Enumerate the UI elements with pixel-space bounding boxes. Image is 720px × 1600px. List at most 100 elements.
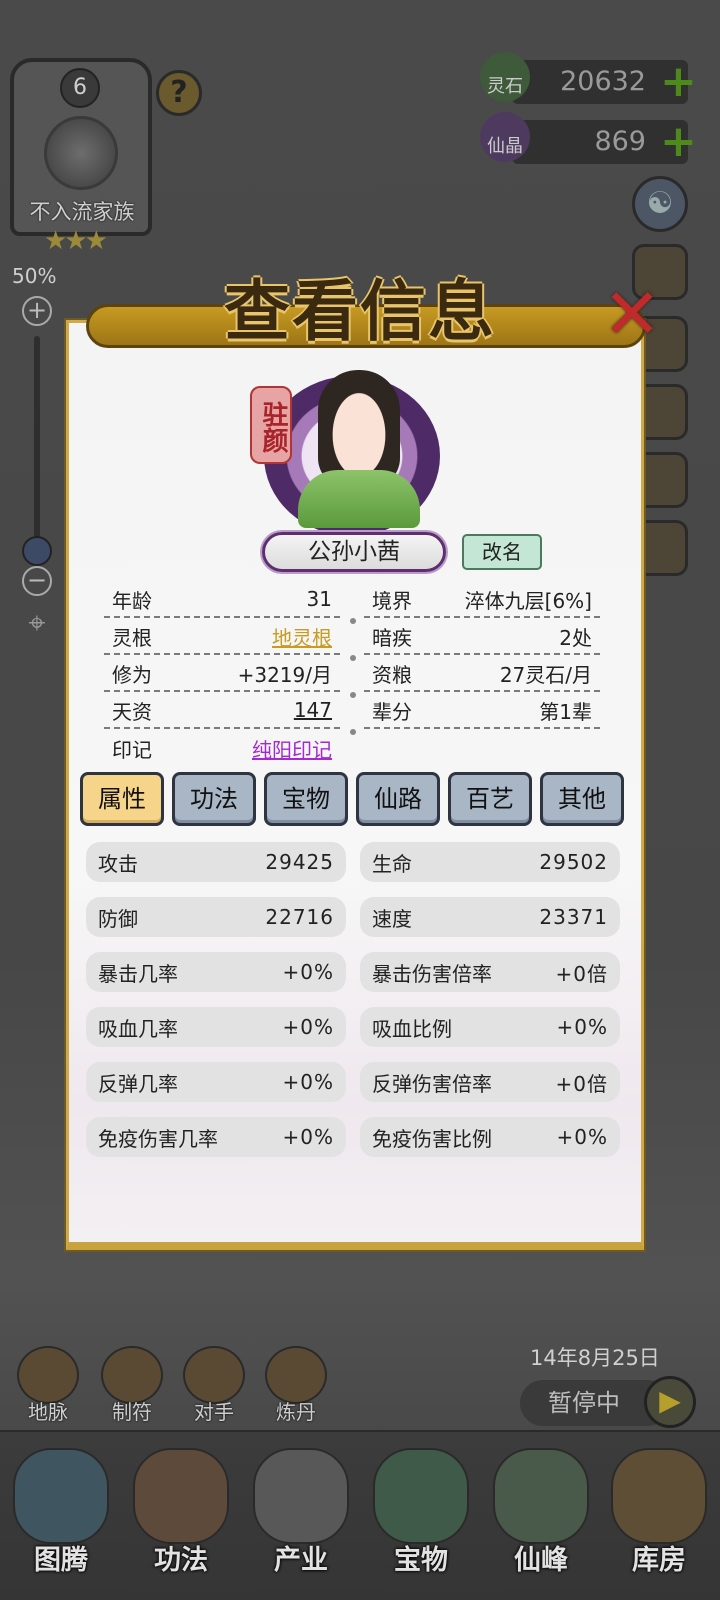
tab-arts[interactable]: 百艺 (448, 772, 532, 826)
info-row-spirit-root: 灵根 地灵根 (104, 619, 340, 655)
immortal-crystal-label: 仙晶 (487, 136, 523, 157)
stat-label: 暴击几率 (98, 961, 178, 986)
info-row-generation: 辈分 第1辈 (364, 693, 600, 729)
tab-immortal-path[interactable]: 仙路 (356, 772, 440, 826)
nav-label: 产业 (274, 1545, 328, 1576)
stat-value: 29502 (539, 850, 608, 874)
mark-link[interactable]: 纯阳印记 (244, 734, 340, 763)
quick-alchemy[interactable]: 炼丹 (262, 1346, 330, 1428)
info-label: 天资 (112, 699, 152, 724)
info-value: 31 (306, 587, 332, 611)
info-label: 印记 (112, 737, 152, 762)
zoom-slider-handle[interactable] (22, 536, 52, 566)
info-value: +3219/月 (237, 662, 332, 687)
nav-label: 库房 (632, 1545, 686, 1576)
nav-label: 图腾 (34, 1545, 88, 1576)
stat-label: 防御 (98, 906, 138, 931)
spirit-stone-label: 灵石 (487, 76, 523, 97)
nav-treasure[interactable]: 宝物 (362, 1442, 480, 1592)
quick-talisman[interactable]: 制符 (98, 1346, 166, 1428)
tab-other[interactable]: 其他 (540, 772, 624, 826)
rename-button[interactable]: 改名 (462, 534, 542, 570)
tab-treasures[interactable]: 宝物 (264, 772, 348, 826)
totem-icon (13, 1448, 109, 1544)
eternal-youth-seal: 驻颜 (250, 386, 292, 464)
immortal-crystal-icon: 仙晶 (480, 112, 530, 162)
info-value: 27灵石/月 (499, 662, 592, 687)
spirit-stone-icon: 灵石 (480, 52, 530, 102)
family-emblem-icon (44, 116, 118, 190)
stat-defense: 防御 22716 (86, 897, 346, 937)
talent-link[interactable]: 147 (286, 698, 340, 722)
info-label: 年龄 (112, 588, 152, 613)
info-row-resources: 资粮 27灵石/月 (364, 656, 600, 692)
help-button[interactable]: ? (156, 70, 202, 116)
family-stars: ★★★ (44, 226, 108, 256)
zoom-level: 50% (12, 264, 57, 288)
info-label: 辈分 (372, 699, 412, 724)
stat-value: +0% (282, 1125, 334, 1149)
nav-immortal-peak[interactable]: 仙峰 (482, 1442, 600, 1592)
info-row-age: 年龄 31 (104, 582, 340, 618)
stat-value: +0% (282, 1070, 334, 1094)
stat-crit-rate: 暴击几率 +0% (86, 952, 346, 992)
zoom-in-button[interactable]: + (22, 296, 52, 326)
play-icon[interactable]: ▶ (644, 1376, 696, 1428)
stat-label: 反弹几率 (98, 1071, 178, 1096)
divider-dot (350, 618, 356, 624)
stat-label: 速度 (372, 906, 412, 931)
info-row-mark: 印记 纯阳印记 (104, 730, 340, 766)
game-date: 14年8月25日 (530, 1346, 660, 1370)
treasure-icon (373, 1448, 469, 1544)
stat-label: 免疫伤害几率 (98, 1126, 218, 1151)
locate-icon[interactable]: ⌖ (16, 606, 58, 648)
storehouse-icon (611, 1448, 707, 1544)
quick-label: 制符 (112, 1400, 152, 1424)
divider-dot (350, 729, 356, 735)
stat-value: +0% (282, 1015, 334, 1039)
stat-reflect-damage: 反弹伤害倍率 +0倍 (360, 1062, 620, 1102)
stat-lifesteal-ratio: 吸血比例 +0% (360, 1007, 620, 1047)
stat-value: +0% (556, 1125, 608, 1149)
family-level: 6 (60, 68, 100, 108)
stat-value: +0% (282, 960, 334, 984)
quick-dragon-vein[interactable]: 地脉 (14, 1346, 82, 1428)
nav-label: 仙峰 (514, 1545, 568, 1576)
technique-icon (133, 1448, 229, 1544)
quick-rival[interactable]: 对手 (180, 1346, 248, 1428)
tab-techniques[interactable]: 功法 (172, 772, 256, 826)
stat-attack: 攻击 29425 (86, 842, 346, 882)
info-row-realm: 境界 淬体九层[6%] (364, 582, 600, 618)
nav-totem[interactable]: 图腾 (2, 1442, 120, 1592)
stat-label: 攻击 (98, 851, 138, 876)
settings-icon[interactable]: ☯ (632, 176, 688, 232)
stat-label: 暴击伤害倍率 (372, 961, 492, 986)
stat-lifesteal-rate: 吸血几率 +0% (86, 1007, 346, 1047)
close-dialog-button[interactable]: ✕ (598, 279, 666, 349)
stat-label: 免疫伤害比例 (372, 1126, 492, 1151)
spirit-root-link[interactable]: 地灵根 (264, 622, 340, 651)
info-row-hidden-ailment: 暗疾 2处 (364, 619, 600, 655)
add-spirit-stone-button[interactable]: + (660, 60, 697, 104)
immortal-peak-icon (493, 1448, 589, 1544)
zoom-slider[interactable] (34, 336, 40, 548)
tab-attributes[interactable]: 属性 (80, 772, 164, 826)
info-row-talent: 天资 147 (104, 693, 340, 729)
info-value: 第1辈 (539, 699, 592, 724)
industry-icon (253, 1448, 349, 1544)
info-label: 境界 (372, 588, 412, 613)
stat-label: 吸血几率 (98, 1016, 178, 1041)
info-row-cultivation: 修为 +3219/月 (104, 656, 340, 692)
stat-value: +0倍 (555, 1071, 608, 1096)
nav-technique[interactable]: 功法 (122, 1442, 240, 1592)
zoom-out-button[interactable]: − (22, 566, 52, 596)
nav-storehouse[interactable]: 库房 (600, 1442, 718, 1592)
stat-label: 吸血比例 (372, 1016, 452, 1041)
stat-value: 22716 (265, 905, 334, 929)
nav-industry[interactable]: 产业 (242, 1442, 360, 1592)
add-immortal-crystal-button[interactable]: + (660, 120, 697, 164)
info-label: 灵根 (112, 625, 152, 650)
info-value: 2处 (559, 625, 592, 650)
quick-label: 地脉 (28, 1400, 68, 1424)
info-label: 暗疾 (372, 625, 412, 650)
